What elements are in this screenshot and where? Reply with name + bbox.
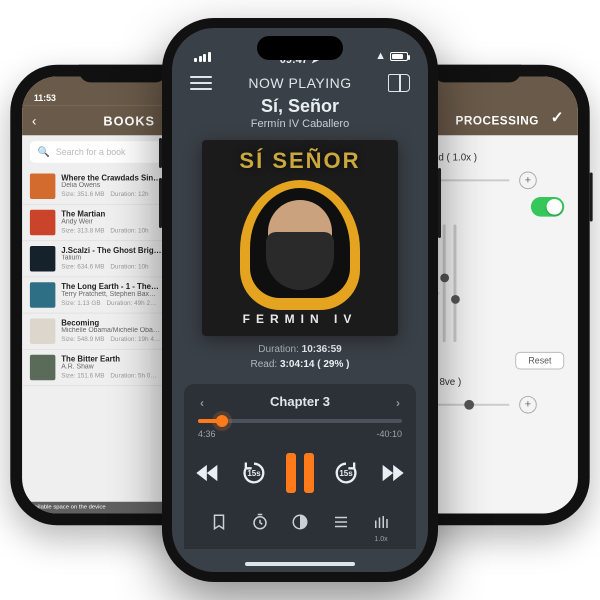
speed-button[interactable]: 1.0x — [368, 509, 394, 535]
bookmark-button[interactable] — [206, 509, 232, 535]
eq-knob[interactable] — [451, 295, 460, 304]
menu-icon[interactable] — [190, 76, 212, 90]
transport-controls: 15s 15s — [198, 453, 402, 493]
pitch-plus-button[interactable]: + — [519, 396, 537, 414]
phone-center: 09:47 ➤ ▲ NOW PLAYING Sí, Señor Fermín I… — [162, 18, 438, 582]
book-cover — [30, 282, 55, 307]
book-duration: Duration: 19h 4… — [110, 336, 160, 343]
track-artist: Fermín IV Caballero — [172, 118, 428, 130]
chapter-panel: ‹ Chapter 3 › 4:36 -40:10 — [184, 384, 416, 549]
phone-side-button — [438, 168, 441, 238]
cover-bottom-text: FERMIN IV — [202, 312, 398, 326]
chapters-button[interactable] — [328, 509, 354, 535]
cover-illustration — [240, 180, 360, 310]
book-duration: Duration: 10h — [110, 264, 148, 271]
prev-track-button[interactable] — [194, 459, 222, 487]
skip-back-label: 15s — [247, 469, 260, 478]
book-size: Size: 351.6 MB — [61, 191, 104, 198]
chapter-next-icon[interactable]: › — [396, 396, 400, 410]
phone-side-button — [159, 138, 162, 168]
search-placeholder: Search for a book — [56, 147, 126, 157]
now-playing-title: NOW PLAYING — [212, 75, 388, 91]
processing-title: PROCESSING — [456, 114, 539, 128]
theme-button[interactable] — [287, 509, 313, 535]
book-cover — [30, 173, 55, 198]
player-topbar: NOW PLAYING — [172, 68, 428, 94]
book-cover — [30, 210, 55, 235]
signal-icon — [194, 52, 211, 62]
back-icon[interactable]: ‹ — [32, 113, 37, 129]
book-size: Size: 634.6 MB — [61, 264, 104, 271]
playback-meta: Duration: 10:36:59 Read: 3:04:14 ( 29% ) — [172, 342, 428, 372]
phone-notch — [433, 65, 521, 83]
home-indicator[interactable] — [245, 562, 355, 566]
chapter-title: ‹ Chapter 3 › — [198, 394, 402, 409]
chapter-prev-icon[interactable]: ‹ — [200, 396, 204, 410]
cover-top-text: SÍ SEÑOR — [202, 148, 398, 174]
read-value: 3:04:14 ( 29% ) — [280, 359, 349, 370]
skip-fwd-label: 15s — [339, 469, 352, 478]
progress-slider[interactable] — [198, 419, 402, 423]
book-duration: Duration: 10h — [110, 227, 148, 234]
next-track-button[interactable] — [378, 459, 406, 487]
player-screen: 09:47 ➤ ▲ NOW PLAYING Sí, Señor Fermín I… — [172, 28, 428, 572]
status-time: 11:53 — [34, 93, 56, 103]
dynamic-island — [257, 36, 343, 60]
track-info: Sí, Señor Fermín IV Caballero — [172, 96, 428, 130]
book-duration: Duration: 5h 0… — [110, 372, 156, 379]
speed-plus-button[interactable]: + — [519, 172, 537, 190]
library-icon[interactable] — [388, 74, 410, 92]
status-right: ▲ — [375, 50, 408, 62]
reset-button[interactable]: Reset — [516, 352, 565, 370]
duration-label: Duration: — [258, 344, 299, 355]
book-cover — [30, 319, 55, 344]
album-art: SÍ SEÑOR FERMIN IV — [202, 140, 398, 336]
pause-button[interactable] — [286, 453, 314, 493]
elapsed-time: 4:36 — [198, 429, 216, 439]
skip-back-button[interactable]: 15s — [240, 459, 268, 487]
book-size: Size: 1.13 GB — [61, 300, 100, 307]
phone-notch — [79, 65, 167, 83]
phone-side-button — [159, 178, 162, 228]
duration-value: 10:36:59 — [302, 344, 342, 355]
phone-side-button — [590, 173, 593, 222]
search-icon: 🔍 — [38, 147, 50, 158]
chapter-label: Chapter 3 — [270, 394, 330, 409]
book-cover — [30, 355, 55, 380]
sleep-timer-button[interactable] — [247, 509, 273, 535]
read-label: Read: — [251, 359, 278, 370]
remaining-time: -40:10 — [376, 429, 402, 439]
book-cover — [30, 246, 55, 271]
utility-row: 1.0x — [198, 509, 402, 535]
progress-times: 4:36 -40:10 — [198, 429, 402, 439]
skip-fwd-button[interactable]: 15s — [332, 459, 360, 487]
book-duration: Duration: 12h — [110, 191, 148, 198]
confirm-icon[interactable]: ✓ — [551, 108, 565, 128]
eq-band[interactable] — [443, 224, 446, 342]
track-title: Sí, Señor — [172, 96, 428, 117]
book-size: Size: 548.9 MB — [61, 336, 104, 343]
book-size: Size: 313.8 MB — [61, 227, 104, 234]
wifi-icon: ▲ — [375, 50, 386, 62]
book-size: Size: 151.6 MB — [61, 372, 104, 379]
equalizer-toggle[interactable] — [531, 197, 564, 217]
speed-value: 1.0x — [374, 536, 387, 543]
battery-icon — [390, 52, 408, 61]
eq-band[interactable] — [453, 224, 456, 342]
eq-knob[interactable] — [440, 273, 449, 282]
book-duration: Duration: 49h 2… — [106, 300, 156, 307]
